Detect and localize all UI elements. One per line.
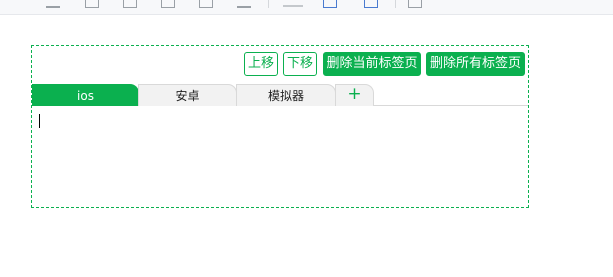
tab-ios[interactable]: ios [32,84,139,106]
document-icon[interactable] [199,0,213,8]
toolbar-separator [395,0,396,8]
text-caret [39,114,40,128]
tab-editor-container: 上移 下移 删除当前标签页 删除所有标签页 ios 安卓 模拟器 + [31,45,529,208]
move-up-button[interactable]: 上移 [244,52,278,76]
grid-icon[interactable] [408,0,422,8]
tab-android[interactable]: 安卓 [138,84,237,106]
image-icon[interactable] [323,0,337,8]
tab-simulator[interactable]: 模拟器 [236,84,336,106]
save-icon[interactable] [364,0,378,8]
toolbar-separator [268,0,269,8]
move-down-button[interactable]: 下移 [283,52,317,76]
comment-icon[interactable] [85,0,99,8]
list-icon[interactable] [237,0,251,8]
editor-toolbar [0,0,613,15]
delete-all-tabs-button[interactable]: 删除所有标签页 [426,52,525,76]
table-icon[interactable] [123,0,137,8]
tab-content-editor[interactable] [32,106,528,207]
format-icon[interactable] [283,0,303,7]
align-left-icon[interactable] [46,0,60,8]
delete-current-tab-button[interactable]: 删除当前标签页 [323,52,421,76]
copy-icon[interactable] [161,0,175,8]
tab-bar: ios 安卓 模拟器 + [32,84,528,106]
add-tab-button[interactable]: + [335,84,374,106]
